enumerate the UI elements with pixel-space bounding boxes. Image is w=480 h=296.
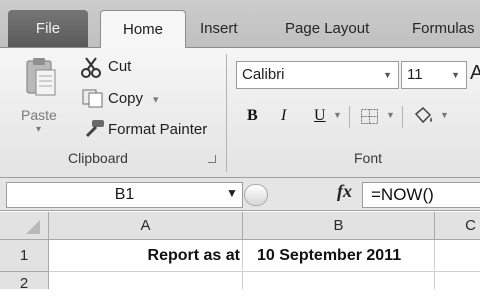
select-all-corner[interactable]	[0, 212, 49, 240]
tab-home[interactable]: Home	[100, 10, 186, 48]
font-size-value: 11	[407, 66, 423, 83]
italic-button[interactable]: I	[281, 107, 286, 125]
cut-button[interactable]: Cut	[108, 58, 131, 75]
name-box-dropdown-icon[interactable]: ▼	[226, 186, 238, 200]
cell-c1[interactable]	[435, 240, 480, 272]
bold-button[interactable]: B	[247, 107, 258, 125]
formula-bar-resize-handle[interactable]	[244, 184, 268, 206]
column-header-c[interactable]: C	[435, 212, 480, 240]
font-size-box[interactable]: 11 ▼	[401, 61, 467, 89]
clipboard-group-label: Clipboard	[68, 150, 128, 166]
format-painter-button[interactable]: Format Painter	[108, 121, 207, 138]
paste-label[interactable]: Paste	[21, 107, 57, 123]
cell-b2[interactable]	[243, 272, 435, 289]
font-family-box[interactable]: Calibri ▼	[236, 61, 399, 89]
paste-icon	[26, 58, 56, 96]
formula-input[interactable]: =NOW()	[362, 182, 480, 208]
tab-page-layout[interactable]: Page Layout	[285, 10, 369, 47]
font-family-value: Calibri	[242, 66, 285, 83]
cell-c2[interactable]	[435, 272, 480, 289]
cut-icon	[80, 56, 104, 78]
column-header-b[interactable]: B	[243, 212, 435, 240]
borders-dropdown-icon[interactable]: ▼	[386, 110, 395, 120]
clipboard-dialog-launcher[interactable]	[208, 155, 216, 163]
cell-a1[interactable]: Report as at	[49, 240, 243, 272]
column-header-a[interactable]: A	[49, 212, 243, 240]
copy-dropdown-caret[interactable]: ▾	[153, 93, 159, 106]
button-separator	[402, 106, 403, 128]
cell-b1[interactable]: 10 September 2011	[243, 240, 435, 272]
tab-formulas[interactable]: Formulas	[412, 10, 475, 47]
paste-dropdown-caret[interactable]: ▾	[36, 124, 41, 135]
font-size-dropdown-icon[interactable]: ▼	[451, 62, 460, 88]
underline-dropdown-icon[interactable]: ▼	[333, 110, 342, 120]
insert-function-button[interactable]: fx	[337, 181, 352, 202]
fill-color-dropdown-icon[interactable]: ▼	[440, 110, 449, 120]
fill-color-icon[interactable]	[412, 106, 436, 128]
select-all-triangle-icon	[26, 220, 40, 234]
font-family-dropdown-icon[interactable]: ▼	[383, 62, 392, 88]
group-separator	[226, 54, 227, 172]
copy-icon	[81, 88, 105, 108]
tab-file[interactable]: File	[8, 10, 88, 47]
grow-font-icon[interactable]: A	[470, 62, 480, 85]
cell-a2[interactable]	[49, 272, 243, 289]
row-header-1[interactable]: 1	[0, 240, 49, 272]
row-header-2[interactable]: 2	[0, 272, 49, 292]
tab-insert[interactable]: Insert	[200, 10, 238, 47]
underline-button[interactable]: U	[314, 107, 326, 125]
borders-icon[interactable]	[360, 108, 380, 126]
font-group-label: Font	[354, 150, 383, 166]
copy-button[interactable]: Copy	[108, 90, 143, 107]
name-box[interactable]: B1	[6, 182, 243, 208]
format-painter-icon	[82, 118, 106, 138]
button-separator	[349, 106, 350, 128]
paste-button[interactable]	[24, 56, 58, 98]
